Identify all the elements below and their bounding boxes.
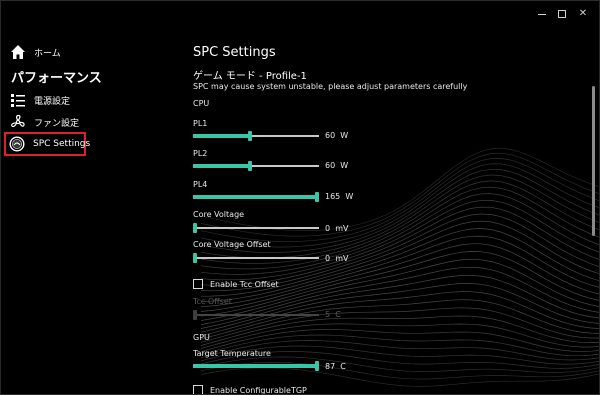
sidebar-item-home[interactable]: ホーム — [7, 41, 177, 63]
pl1-unit: W — [340, 131, 349, 140]
pl1-slider[interactable] — [193, 131, 319, 141]
enable-tcc-offset-checkbox[interactable]: Enable Tcc Offset — [193, 279, 279, 289]
core-voltage-unit: mV — [335, 224, 349, 233]
sidebar-section-title: パフォーマンス — [11, 71, 102, 86]
core-voltage-offset-unit: mV — [335, 254, 349, 263]
target-temperature-value: 87 C — [325, 362, 346, 371]
pl1-value: 60 W — [325, 131, 348, 140]
pl1-label: PL1 — [193, 119, 208, 128]
scrollbar-thumb[interactable] — [592, 86, 595, 236]
slider-thumb[interactable] — [193, 223, 197, 233]
minimize-button[interactable] — [535, 7, 549, 21]
pl2-value-number: 60 — [325, 161, 336, 170]
pl2-value: 60 W — [325, 161, 348, 170]
cpu-section-label: CPU — [193, 99, 210, 108]
minimize-icon — [538, 14, 546, 15]
pl4-label: PL4 — [193, 180, 208, 189]
scrollbar[interactable] — [591, 31, 596, 391]
profile-title: ゲーム モード - Profile-1 — [193, 71, 307, 82]
wave-line — [201, 315, 599, 346]
slider-thumb[interactable] — [193, 253, 197, 263]
sidebar-item-label: ホーム — [34, 48, 61, 59]
pl2-label: PL2 — [193, 149, 208, 158]
wave-line — [201, 163, 599, 248]
wave-line — [201, 323, 599, 349]
pl4-value: 165 W — [325, 192, 353, 201]
maximize-icon — [558, 10, 566, 18]
pl4-unit: W — [345, 192, 354, 201]
core-voltage-offset-value-number: 0 — [325, 254, 331, 263]
sidebar-item-label: SPC Settings — [33, 139, 91, 149]
slider-thumb[interactable] — [248, 131, 252, 141]
target-temperature-unit: C — [340, 362, 346, 371]
app-window: ✕ ホーム パフォーマンス 電源設定 ファン設定 SPC Settings SP… — [0, 0, 600, 395]
core-voltage-offset-value: 0 mV — [325, 254, 348, 263]
tcc-offset-value-number: 5 — [325, 310, 331, 319]
slider-fill — [193, 195, 317, 199]
checkbox-box[interactable] — [193, 279, 203, 289]
tcc-offset-label: Tcc Offset — [193, 297, 232, 306]
enable-tcc-offset-label: Enable Tcc Offset — [210, 279, 279, 289]
slider-thumb[interactable] — [315, 361, 319, 371]
pl4-slider[interactable] — [193, 192, 319, 202]
tcc-offset-slider[interactable] — [193, 310, 319, 320]
sidebar-item-spc-settings[interactable]: SPC Settings — [4, 132, 90, 156]
sidebar-item-label: 電源設定 — [34, 96, 71, 107]
core-voltage-slider[interactable] — [193, 223, 319, 233]
sidebar-item-fan-settings[interactable]: ファン設定 — [7, 111, 177, 133]
pl1-value-number: 60 — [325, 131, 336, 140]
slider-fill — [193, 364, 317, 368]
slider-thumb[interactable] — [248, 161, 252, 171]
close-button[interactable]: ✕ — [576, 7, 590, 21]
gpu-section-label: GPU — [193, 333, 210, 342]
enable-configurable-tgp-checkbox[interactable]: Enable ConfigurableTGP — [193, 385, 307, 395]
core-voltage-value-number: 0 — [325, 224, 331, 233]
tcc-offset-value: 5 C — [325, 310, 341, 319]
core-voltage-offset-label: Core Voltage Offset — [193, 240, 271, 249]
target-temperature-label: Target Temperature — [193, 349, 271, 358]
core-voltage-label: Core Voltage — [193, 210, 245, 219]
pl2-slider[interactable] — [193, 161, 319, 171]
tcc-offset-unit: C — [335, 310, 341, 319]
pl4-value-number: 165 — [325, 192, 341, 201]
list-icon — [10, 92, 26, 108]
fan-icon — [10, 114, 26, 130]
warning-text: SPC may cause system unstable, please ad… — [193, 82, 468, 91]
slider-fill — [193, 164, 250, 168]
pl2-unit: W — [340, 161, 349, 170]
close-icon: ✕ — [578, 8, 588, 19]
slider-thumb[interactable] — [315, 192, 319, 202]
checkbox-box[interactable] — [193, 385, 203, 394]
wave-line — [201, 283, 599, 333]
sidebar: ホーム パフォーマンス 電源設定 ファン設定 SPC Settings — [1, 1, 181, 394]
slider-thumb[interactable] — [193, 310, 197, 320]
slider-track — [193, 314, 319, 316]
sidebar-item-label: ファン設定 — [34, 118, 80, 129]
maximize-button[interactable] — [555, 7, 569, 21]
page-title: SPC Settings — [193, 45, 276, 60]
core-voltage-value: 0 mV — [325, 224, 348, 233]
enable-configurable-tgp-label: Enable ConfigurableTGP — [210, 385, 307, 395]
core-voltage-offset-slider[interactable] — [193, 253, 319, 263]
slider-fill — [193, 134, 250, 138]
slider-track — [193, 257, 319, 259]
target-temperature-slider[interactable] — [193, 361, 319, 371]
target-temperature-value-number: 87 — [325, 362, 336, 371]
home-icon — [10, 44, 26, 60]
slider-track — [193, 227, 319, 229]
sidebar-item-power-settings[interactable]: 電源設定 — [7, 89, 177, 111]
gauge-icon — [9, 136, 25, 152]
